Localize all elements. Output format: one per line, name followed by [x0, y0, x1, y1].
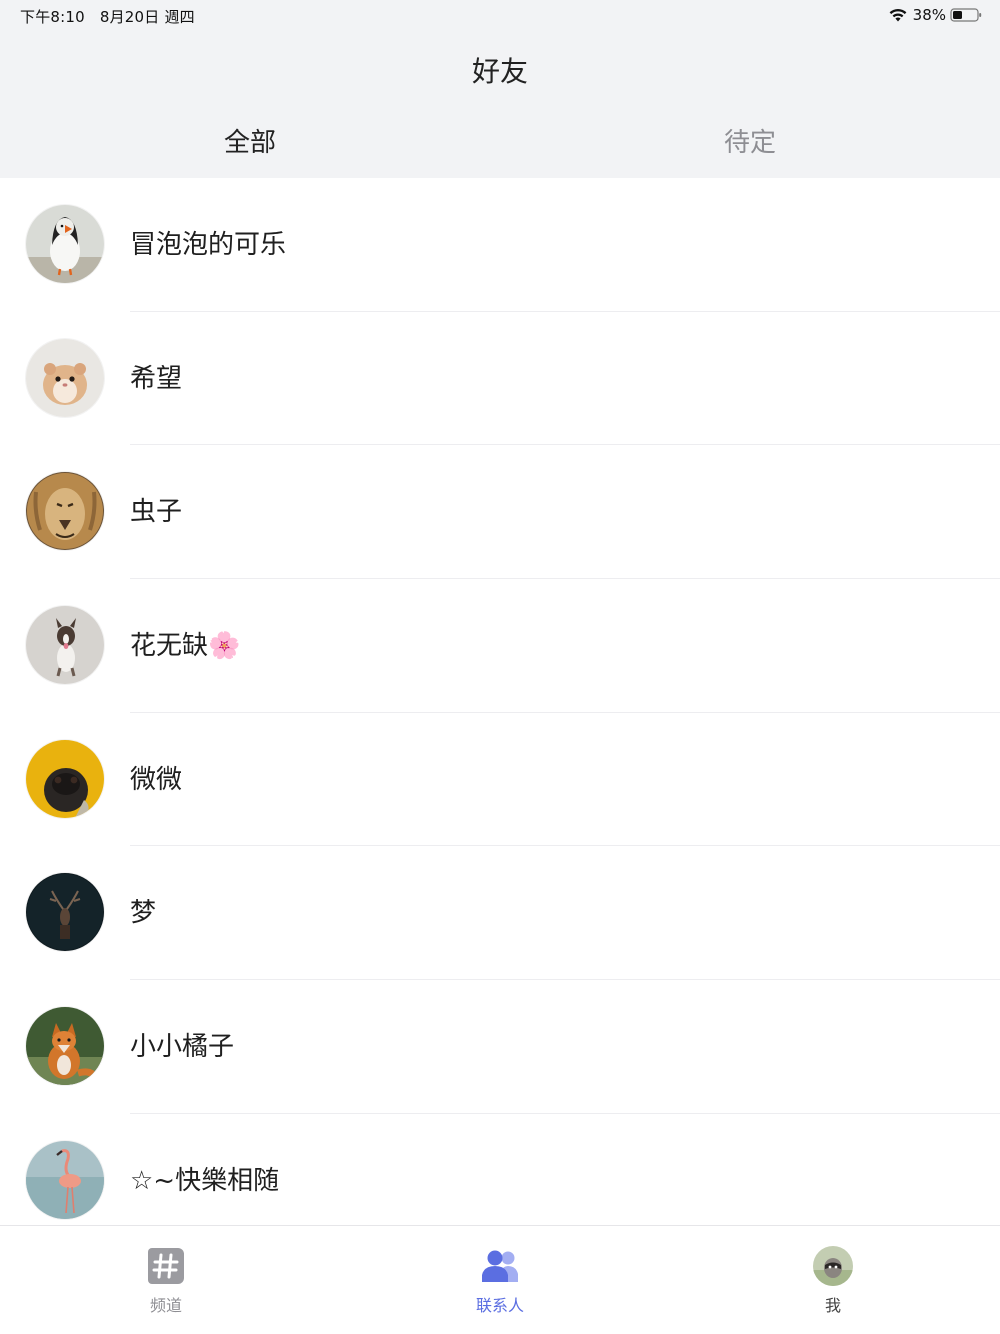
tab-contacts[interactable]: 联系人: [400, 1246, 600, 1316]
contact-name: 花无缺🌸: [130, 631, 241, 662]
lion-avatar: [26, 472, 104, 551]
list-item[interactable]: 冒泡泡的可乐: [0, 178, 1000, 312]
list-item[interactable]: 虫子: [0, 445, 1000, 580]
contact-name: 冒泡泡的可乐: [130, 230, 287, 260]
pug-avatar: [26, 739, 104, 818]
contact-name: 微微: [130, 764, 183, 795]
tab-pending[interactable]: 待定: [500, 122, 1000, 159]
contact-name: 希望: [130, 363, 183, 394]
contact-list: 冒泡泡的可乐 希望 虫子 花无缺🌸 微微 梦 小小橘子 ☆~快樂相随: [0, 178, 1000, 1248]
contact-name: 虫子: [130, 497, 183, 528]
flamingo-avatar: [26, 1140, 104, 1219]
list-item[interactable]: 希望: [0, 312, 1000, 446]
list-item[interactable]: 微微: [0, 713, 1000, 847]
avatar: [813, 1246, 853, 1286]
status-date: 8月20日 週四: [99, 8, 195, 26]
status-datetime: 下午8:10 8月20日 週四: [20, 6, 195, 27]
list-item[interactable]: 小小橘子: [0, 980, 1000, 1114]
status-time: 下午8:10: [20, 8, 85, 26]
bottom-tab-bar: 频道 联系人 我: [0, 1225, 1000, 1334]
tab-all[interactable]: 全部: [0, 122, 500, 159]
wifi-icon: [889, 8, 907, 22]
contacts-icon: [482, 1250, 518, 1282]
header: 好友 全部 待定: [0, 30, 1000, 178]
tab-label: 频道: [149, 1296, 182, 1315]
status-bar: 下午8:10 8月20日 週四 38%: [0, 0, 1000, 30]
tab-me[interactable]: 我: [733, 1246, 933, 1316]
hash-icon: [148, 1248, 184, 1284]
contact-name: ☆~快樂相随: [130, 1165, 280, 1196]
dog-avatar: [26, 606, 104, 685]
contact-name: 梦: [130, 898, 157, 929]
tab-label: 联系人: [475, 1296, 524, 1315]
contact-name: 小小橘子: [130, 1032, 235, 1063]
puffin-avatar: [26, 205, 104, 283]
hamster-avatar: [26, 338, 104, 417]
battery-icon: [950, 8, 982, 22]
status-indicators: 38%: [888, 5, 982, 25]
tab-channels[interactable]: 频道: [66, 1246, 266, 1316]
friends-screen: 下午8:10 8月20日 週四 38% 好友 全部 待定 冒泡泡的可乐 希望 虫…: [0, 0, 1000, 1334]
list-item[interactable]: 梦: [0, 846, 1000, 981]
tab-label: 我: [824, 1296, 841, 1315]
battery-percent: 38%: [912, 6, 946, 24]
list-item[interactable]: 花无缺🌸: [0, 579, 1000, 713]
deer-avatar: [26, 873, 104, 952]
fox-avatar: [26, 1007, 104, 1086]
page-title: 好友: [471, 55, 528, 88]
